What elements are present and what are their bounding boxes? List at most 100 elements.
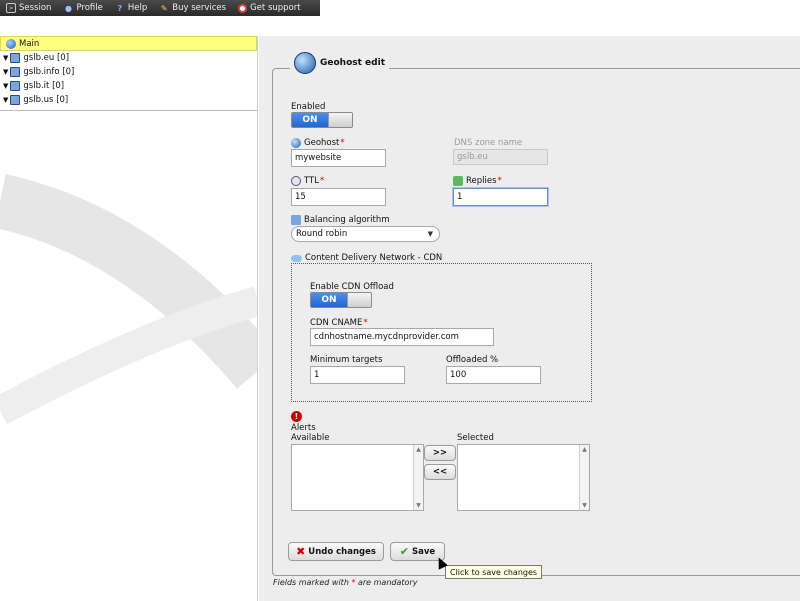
cdn-cname-label: CDN CNAME * [310,318,368,328]
cdn-title-text: Content Delivery Network - CDN [305,253,443,263]
mandatory-footnote: Fields marked with * are mandatory [273,578,417,587]
min-targets-input[interactable]: 1 [310,366,405,384]
cart-icon: ✎ [160,3,168,13]
expand-arrow-icon[interactable]: ▼ [3,82,8,90]
menu-profile-label: Profile [76,3,103,13]
ttl-label-text: TTL [304,176,319,186]
menu-get-support[interactable]: Get support [232,0,307,16]
scrollbar[interactable]: ▲ ▼ [579,445,589,510]
offloaded-label: Offloaded % [446,355,498,365]
red-x-icon: ✖ [296,545,306,558]
topbar-filler [320,0,800,16]
offloaded-input[interactable]: 100 [446,366,541,384]
selected-alerts-list[interactable]: ▲ ▼ [457,444,590,511]
cdn-title: Content Delivery Network - CDN [291,253,442,263]
top-menu-bar: > Session ● Profile ? Help ✎ Buy service… [0,0,320,16]
menu-buy-services[interactable]: ✎ Buy services [153,0,232,16]
tree-item-label: gslb.info [0] [23,67,75,77]
required-mark: * [497,176,502,186]
scroll-down-icon[interactable]: ▼ [414,501,423,510]
tree-item-gslb-eu[interactable]: ▼ gslb.eu [0] [0,51,257,65]
replies-input[interactable]: 1 [453,188,548,206]
undo-changes-button[interactable]: ✖ Undo changes [288,542,384,561]
undo-changes-label: Undo changes [308,546,376,557]
terminal-icon: > [6,3,16,13]
dns-zone-label-text: DNS zone name [454,138,523,148]
cloud-icon [291,254,302,262]
footnote-before: Fields marked with [273,578,352,587]
remove-alert-button[interactable]: << [424,464,456,480]
menu-session-label: Session [19,3,52,13]
cdn-offload-label: Enable CDN Offload [310,282,394,292]
scrollbar[interactable]: ▲ ▼ [413,445,423,510]
balancing-select[interactable]: Round robin ▼ [291,226,440,242]
zone-icon [10,81,21,91]
replies-label: Replies * [453,176,502,186]
expand-arrow-icon[interactable]: ▼ [3,96,8,104]
tree-item-label: gslb.eu [0] [23,53,70,63]
user-icon: ● [64,3,72,13]
tree-root-main[interactable]: Main [0,36,257,51]
min-targets-label-text: Minimum targets [310,355,383,365]
available-label: Available [291,433,329,443]
globe-icon [294,52,316,74]
expand-arrow-icon[interactable]: ▼ [3,54,8,62]
available-alerts-list[interactable]: ▲ ▼ [291,444,424,511]
tree-item-label: gslb.us [0] [23,95,69,105]
toggle-on-label: ON [292,113,328,127]
toggle-knob [328,113,352,127]
green-check-icon: ✔ [399,545,410,558]
fieldset-legend: Geohost edit [290,52,389,74]
tree-item-label: gslb.it [0] [23,81,65,91]
menu-help[interactable]: ? Help [109,0,153,16]
globe-icon [6,38,16,49]
balancing-label: Balancing algorithm [291,215,390,225]
menu-get-support-label: Get support [250,3,301,13]
scale-icon [291,215,301,225]
balancing-select-value: Round robin [296,229,348,239]
balancing-label-text: Balancing algorithm [304,215,390,225]
tree-divider [0,110,257,111]
offloaded-label-text: Offloaded % [446,355,499,365]
geohost-input[interactable]: mywebsite [291,149,386,167]
scroll-up-icon[interactable]: ▲ [414,445,423,454]
menu-help-label: Help [127,3,148,13]
tree-panel: Main ▼ gslb.eu [0] ▼ gslb.info [0] ▼ gsl… [0,36,258,601]
tree-item-gslb-us[interactable]: ▼ gslb.us [0] [0,93,257,107]
zone-icon [10,67,21,77]
tree-item-gslb-it[interactable]: ▼ gslb.it [0] [0,79,257,93]
expand-arrow-icon[interactable]: ▼ [3,68,8,76]
enabled-toggle[interactable]: ON [291,112,353,128]
scroll-down-icon[interactable]: ▼ [580,501,589,510]
required-mark: * [319,176,325,186]
cdn-cname-label-text: CDN CNAME [310,318,363,328]
dns-zone-input: gslb.eu [453,149,548,165]
toggle-knob [347,293,371,307]
zone-icon [10,95,21,105]
cdn-offload-label-text: Enable CDN Offload [310,282,394,292]
globe-icon [291,138,301,148]
cdn-offload-toggle[interactable]: ON [310,292,372,308]
alerts-title-text: Alerts [291,423,316,433]
chevron-down-icon: ▼ [427,230,433,238]
menu-session[interactable]: > Session [0,0,57,16]
menu-profile[interactable]: ● Profile [57,0,108,16]
menu-buy-services-label: Buy services [172,3,227,13]
tree-root-label: Main [19,38,40,49]
cdn-cname-input[interactable]: cdnhostname.mycdnprovider.com [310,328,494,346]
scroll-up-icon[interactable]: ▲ [580,445,589,454]
required-mark: * [363,318,368,328]
available-label-text: Available [291,433,330,443]
enabled-label: Enabled [291,102,325,112]
min-targets-label: Minimum targets [310,355,382,365]
dns-zone-label: DNS zone name [454,138,522,148]
background-swoosh [0,174,257,425]
save-tooltip: Click to save changes [445,565,543,579]
clock-icon [291,176,301,186]
lifebuoy-icon [238,3,248,13]
tree-item-gslb-info[interactable]: ▼ gslb.info [0] [0,65,257,79]
ttl-input[interactable]: 15 [291,188,386,206]
form-title: Geohost edit [320,58,385,68]
geohost-label-text: Geohost [304,138,340,148]
add-alert-button[interactable]: >> [424,445,456,461]
